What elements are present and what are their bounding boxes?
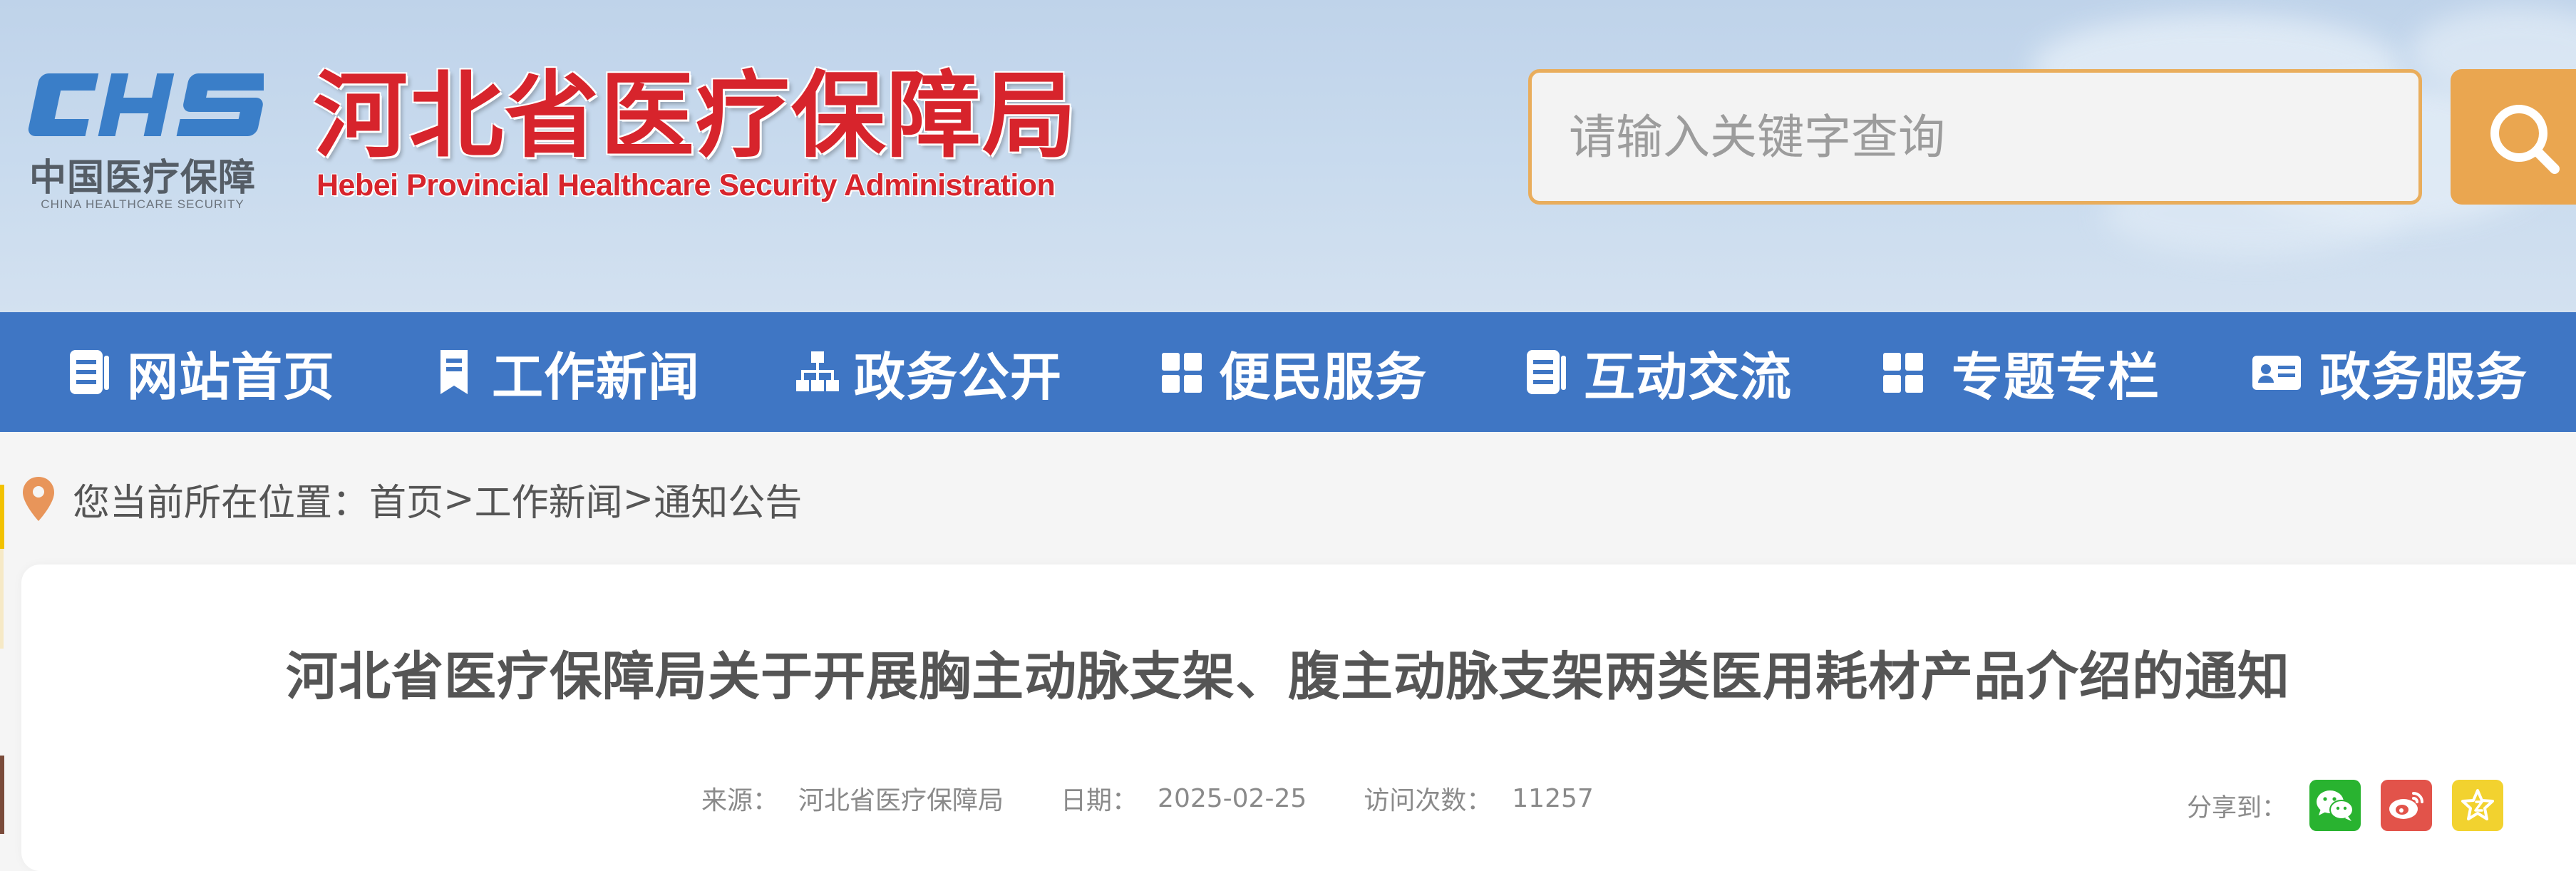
nav-item-gov-services[interactable]: 政务服务 [2251, 312, 2528, 432]
share-bar: 分享到： [2187, 777, 2504, 834]
article-meta: 来源： 河北省医疗保障局 日期： 2025-02-25 访问次数： 11257 [701, 777, 1594, 820]
nav-item-label: 专题专栏 [1952, 346, 2160, 407]
nav-item-label: 互动交流 [1584, 346, 1793, 407]
breadcrumb: 您当前所在位置： 首页 > 工作新闻 > 通知公告 [21, 465, 802, 533]
date-label: 日期： [1061, 786, 1138, 815]
logo-english-text: CHINA HEALTHCARE SECURITY [41, 197, 244, 211]
id-card-icon [2251, 347, 2302, 397]
wechat-icon [2317, 790, 2354, 821]
search-icon [2490, 105, 2560, 174]
nav-item-label: 工作新闻 [492, 346, 701, 407]
logo-chinese-text: 中国医疗保障 [29, 157, 256, 200]
main-nav: 网站首页 工作新闻 政务公开 便民服务 互动交流 专题专栏 政务服务 [0, 312, 2576, 432]
document-list-icon [1525, 347, 1567, 397]
nav-item-label: 政务公开 [854, 346, 1063, 407]
site-title[interactable]: 河北省医疗保障局 [314, 63, 1078, 170]
nav-item-label: 便民服务 [1219, 346, 1428, 407]
search-input[interactable] [1528, 69, 2422, 205]
nav-item-public-services[interactable]: 便民服务 [1160, 312, 1427, 432]
nav-item-home[interactable]: 网站首页 [68, 312, 335, 432]
sitemap-icon [795, 347, 839, 397]
search-button[interactable] [2451, 69, 2576, 205]
nav-item-special-topics[interactable]: 专题专栏 [1882, 312, 2160, 432]
site-header: 中国医疗保障 CHINA HEALTHCARE SECURITY 河北省医疗保障… [0, 0, 2576, 312]
share-weibo-button[interactable] [2381, 780, 2433, 831]
date-value: 2025-02-25 [1158, 783, 1307, 813]
breadcrumb-separator: > [622, 478, 654, 520]
nav-item-interaction[interactable]: 互动交流 [1525, 312, 1792, 432]
location-pin-icon [23, 477, 54, 521]
grid-icon [1160, 347, 1202, 397]
site-subtitle: Hebei Provincial Healthcare Security Adm… [316, 168, 1056, 202]
article-title: 河北省医疗保障局关于开展胸主动脉支架、腹主动脉支架两类医用耗材产品介绍的通知 [286, 646, 2290, 707]
breadcrumb-link-notices[interactable]: 通知公告 [654, 473, 802, 526]
grid-icon [1882, 347, 1923, 397]
share-wechat-button[interactable] [2309, 780, 2361, 831]
share-label: 分享到： [2187, 793, 2287, 823]
source-value: 河北省医疗保障局 [798, 786, 1004, 815]
nav-item-gov-affairs-public[interactable]: 政务公开 [795, 312, 1062, 432]
visits-value: 11257 [1512, 783, 1594, 813]
document-list-icon [68, 347, 110, 397]
nav-item-news[interactable]: 工作新闻 [433, 312, 700, 432]
source-label: 来源： [701, 786, 779, 815]
breadcrumb-link-home[interactable]: 首页 [369, 473, 443, 526]
chs-logo-mark [28, 73, 270, 136]
share-favorite-button[interactable] [2452, 780, 2504, 831]
nav-item-label: 政务服务 [2319, 346, 2528, 407]
visits-label: 访问次数： [1364, 786, 1493, 815]
star-icon [2461, 789, 2495, 820]
chs-logo[interactable]: 中国医疗保障 CHINA HEALTHCARE SECURITY [21, 68, 270, 217]
breadcrumb-prefix: 您当前所在位置： [73, 481, 370, 525]
nav-item-label: 网站首页 [127, 346, 336, 407]
weibo-icon [2389, 792, 2424, 819]
bookmark-icon [433, 347, 475, 397]
breadcrumb-link-news[interactable]: 工作新闻 [475, 473, 623, 526]
breadcrumb-separator: > [443, 478, 475, 520]
